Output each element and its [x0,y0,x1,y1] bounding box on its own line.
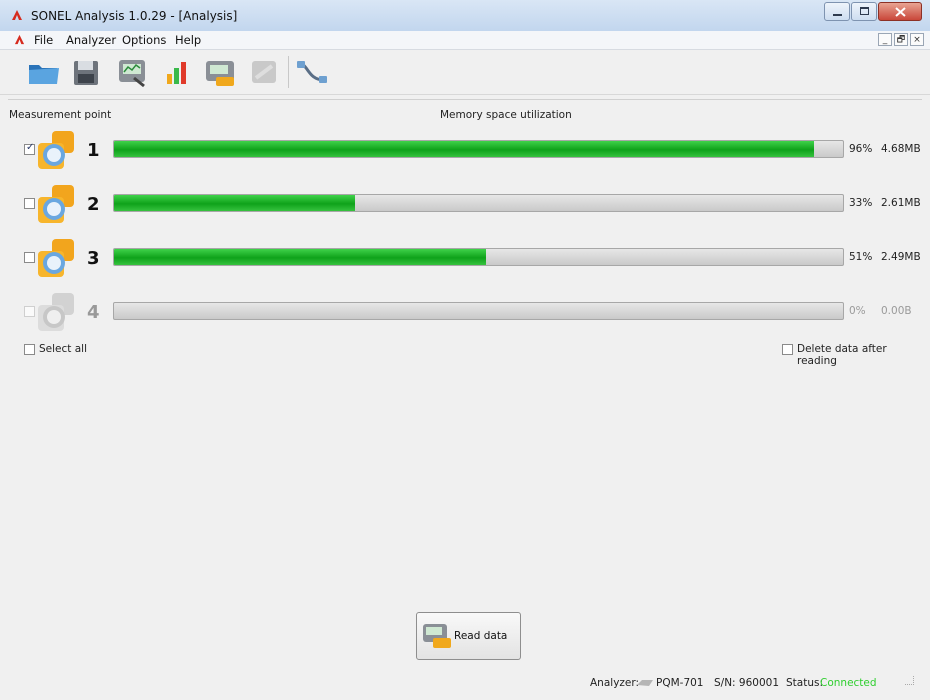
save-button[interactable] [68,56,104,88]
measurement-point-row-3: 3 51% 2.49MB [8,237,922,281]
measurement-point-row-4: 4 0% 0.00B [8,291,922,335]
measurement-point-icon [38,239,74,277]
minimize-window-button[interactable] [824,2,850,21]
menu-analyzer[interactable]: Analyzer [66,33,116,47]
read-analyzer-icon [423,624,451,648]
open-folder-icon [29,65,59,84]
memory-utilization-header: Memory space utilization [440,109,572,121]
point-1-number: 1 [87,140,100,161]
status-bar: Analyzer: PQM-701 S/N: 960001 Status: Co… [0,670,930,692]
read-analyzer-button[interactable] [202,56,238,88]
point-2-number: 2 [87,194,100,215]
connection-cable-icon [297,61,327,83]
menu-bar: File Analyzer Options Help _ 🗗 × [0,31,930,50]
point-2-size: 2.61MB [881,197,921,209]
sonel-logo-icon[interactable] [14,34,25,45]
connection-status: Connected [820,677,877,689]
measurement-point-row-2: 2 33% 2.61MB [8,183,922,227]
delete-after-reading-label[interactable]: Delete data after reading [797,343,922,367]
memory-bar-fill [114,141,814,157]
point-1-size: 4.68MB [881,143,921,155]
analyzer-settings-button[interactable] [114,56,150,88]
measurement-point-row-1: ✓ 1 96% 4.68MB [8,129,922,173]
select-all-checkbox[interactable] [24,344,35,355]
title-bar[interactable]: SONEL Analysis 1.0.29 - [Analysis] [0,0,930,32]
menu-file[interactable]: File [34,33,53,47]
toolbar [0,50,930,95]
point-4-memory-bar [113,302,844,320]
point-3-memory-bar [113,248,844,266]
close-icon [895,7,906,17]
bar-chart-icon [167,62,186,84]
sonel-logo-icon [12,10,22,20]
save-floppy-icon [74,61,98,85]
measurement-point-disabled-icon [38,293,74,331]
memory-bar-fill [114,249,486,265]
point-1-percent: 96% [849,143,873,155]
resize-grip[interactable] [905,676,914,685]
mdi-restore-button[interactable]: 🗗 [894,33,908,46]
point-1-memory-bar [113,140,844,158]
disabled-tool-icon [252,61,276,83]
open-button[interactable] [26,56,62,88]
read-analyzer-icon [206,61,234,86]
analyzer-device-icon [637,680,653,686]
chart-button[interactable] [158,56,194,88]
mdi-minimize-button[interactable]: _ [878,33,892,46]
memory-bar-fill [114,195,355,211]
delete-after-reading-checkbox[interactable] [782,344,793,355]
point-2-percent: 33% [849,197,873,209]
connection-button[interactable] [294,56,330,88]
analyzer-model: PQM-701 [656,677,704,689]
select-all-label[interactable]: Select all [39,343,87,355]
point-3-size: 2.49MB [881,251,921,263]
status-label: Status: [786,677,823,689]
app-window: SONEL Analysis 1.0.29 - [Analysis] File … [0,0,930,700]
point-4-percent: 0% [849,305,866,317]
point-4-number: 4 [87,302,100,323]
point-2-memory-bar [113,194,844,212]
measurement-point-header: Measurement point [9,109,112,121]
disabled-tool-button[interactable] [246,56,282,88]
read-data-button[interactable]: Read data [416,612,521,660]
point-3-number: 3 [87,248,100,269]
read-data-label: Read data [454,630,508,642]
point-4-size: 0.00B [881,305,912,317]
close-window-button[interactable] [878,2,922,21]
analyzer-serial: S/N: 960001 [714,677,780,689]
menu-options[interactable]: Options [122,33,166,47]
measurement-point-icon [38,185,74,223]
analysis-panel: Measurement point Memory space utilizati… [8,99,922,691]
analyzer-label: Analyzer: [590,677,640,689]
analyzer-settings-icon [119,60,145,88]
window-title: SONEL Analysis 1.0.29 - [Analysis] [31,9,238,23]
maximize-window-button[interactable] [851,2,877,21]
mdi-close-button[interactable]: × [910,33,924,46]
toolbar-separator [288,56,289,88]
menu-help[interactable]: Help [175,33,201,47]
measurement-point-icon [38,131,74,169]
point-3-percent: 51% [849,251,873,263]
